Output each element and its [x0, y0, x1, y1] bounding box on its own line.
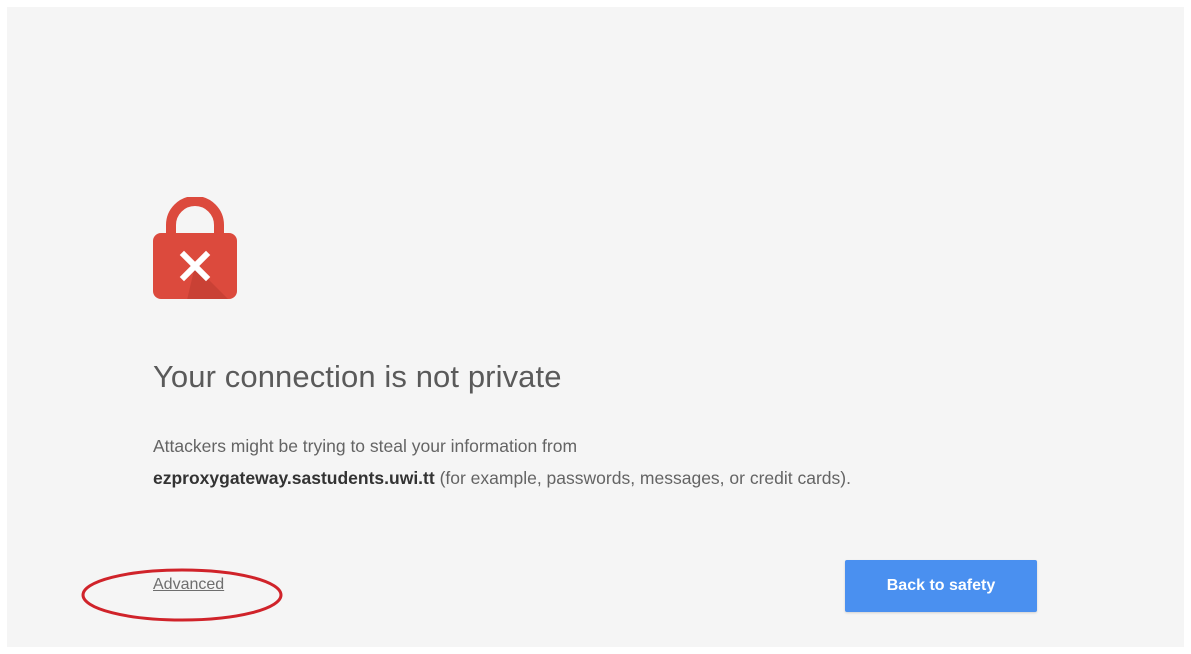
page-title: Your connection is not private	[153, 359, 562, 394]
highlight-ellipse	[81, 568, 283, 622]
lock-error-icon	[153, 197, 237, 299]
back-to-safety-button[interactable]: Back to safety	[845, 560, 1037, 612]
host-name: ezproxygateway.sastudents.uwi.tt	[153, 468, 435, 488]
interstitial-page: Your connection is not private Attackers…	[7, 7, 1184, 647]
advanced-link[interactable]: Advanced	[153, 576, 224, 594]
message-line-2-rest: (for example, passwords, messages, or cr…	[434, 468, 851, 488]
error-message: Attackers might be trying to steal your …	[153, 430, 1053, 494]
message-line-1: Attackers might be trying to steal your …	[153, 436, 578, 456]
message-line-2: ezproxygateway.sastudents.uwi.tt (for ex…	[153, 462, 1053, 494]
